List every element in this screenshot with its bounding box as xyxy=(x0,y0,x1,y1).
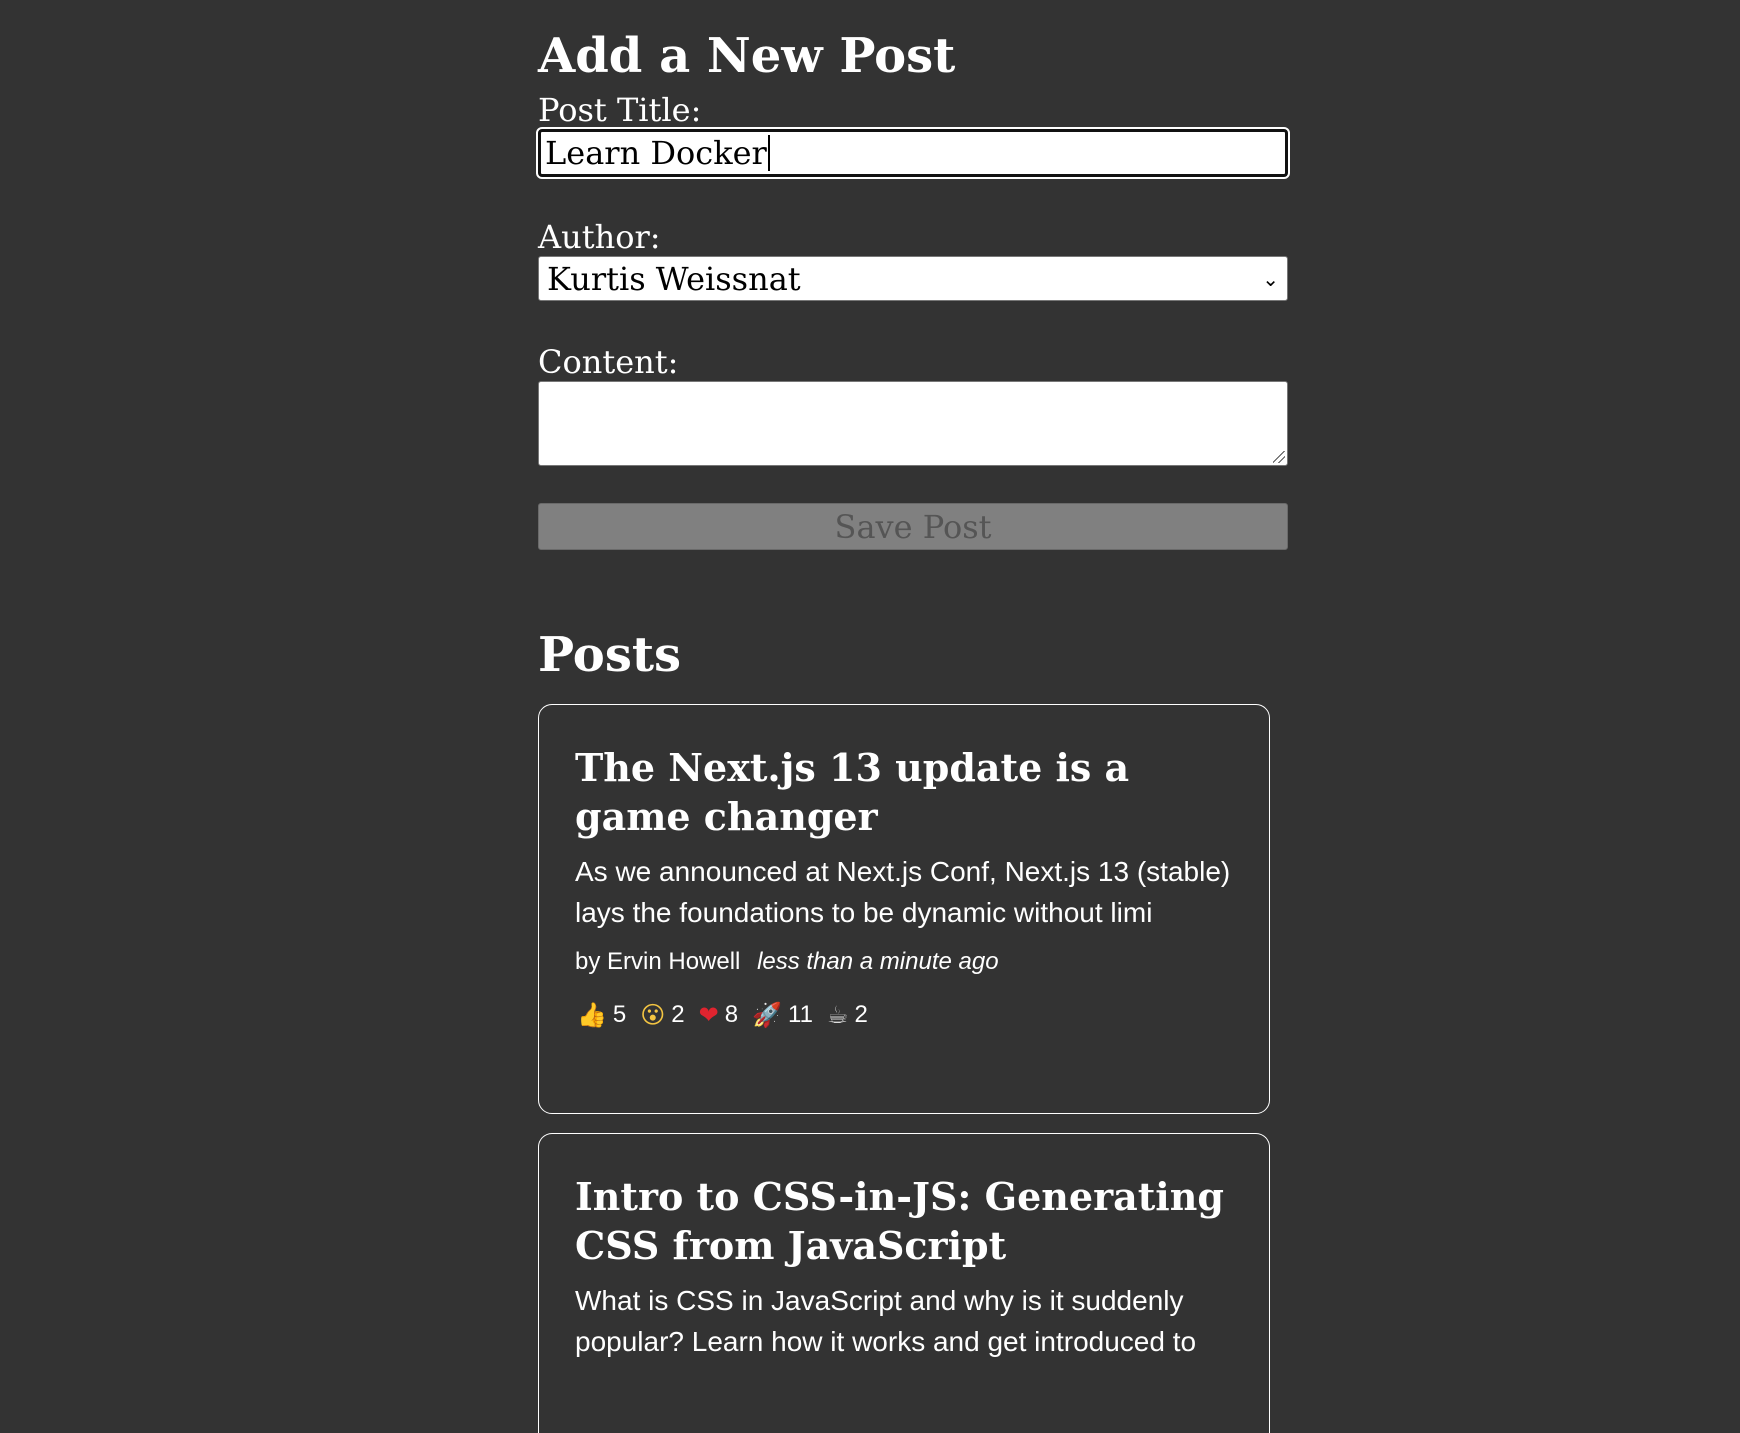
chevron-down-icon: ⌄ xyxy=(1262,266,1279,291)
reaction-thumbs-up-button[interactable]: 👍 5 xyxy=(575,1001,628,1029)
reaction-count: 11 xyxy=(788,1001,813,1028)
reaction-bar: 👍 5 😮 2 ❤ 8 🚀 11 ☕ 2 xyxy=(575,1001,1233,1029)
reaction-count: 8 xyxy=(724,1001,739,1028)
post-author: by Ervin Howell xyxy=(575,948,741,975)
post-meta: by Ervin Howell less than a minute ago xyxy=(575,947,1233,977)
post-title-input[interactable]: Learn Docker xyxy=(536,127,1290,179)
post-title: Intro to CSS-in-JS: Generating CSS from … xyxy=(575,1174,1224,1268)
reaction-coffee-button[interactable]: ☕ 2 xyxy=(825,1001,870,1029)
reaction-wow-button[interactable]: 😮 2 xyxy=(638,1001,686,1029)
resize-handle-icon[interactable] xyxy=(1273,451,1285,463)
save-post-button[interactable]: Save Post xyxy=(538,503,1288,550)
reaction-count: 2 xyxy=(854,1001,868,1028)
post-excerpt: What is CSS in JavaScript and why is it … xyxy=(575,1285,1197,1357)
reaction-count: 2 xyxy=(671,1001,685,1028)
reaction-heart-button[interactable]: ❤ 8 xyxy=(697,1001,740,1029)
text-caret xyxy=(767,135,770,171)
post-title-value: Learn Docker xyxy=(545,134,767,172)
wow-icon: 😮 xyxy=(640,1001,666,1029)
coffee-icon: ☕ xyxy=(826,1001,849,1029)
author-select[interactable]: Kurtis Weissnat ⌄ xyxy=(538,256,1288,301)
reaction-count: 5 xyxy=(612,1001,627,1028)
post-card: Intro to CSS-in-JS: Generating CSS from … xyxy=(538,1133,1270,1433)
posts-heading: Posts xyxy=(538,627,682,683)
reaction-rocket-button[interactable]: 🚀 11 xyxy=(750,1001,815,1029)
author-label: Author: xyxy=(538,218,661,256)
content-label: Content: xyxy=(538,343,679,381)
author-selected-value: Kurtis Weissnat xyxy=(547,259,801,298)
heart-icon: ❤ xyxy=(698,1001,719,1029)
rocket-icon: 🚀 xyxy=(752,1001,782,1029)
form-heading: Add a New Post xyxy=(538,28,956,84)
post-title: The Next.js 13 update is a game changer xyxy=(575,745,1130,839)
content-textarea[interactable] xyxy=(538,381,1288,466)
post-excerpt: As we announced at Next.js Conf, Next.js… xyxy=(575,856,1231,928)
thumbs-up-icon: 👍 xyxy=(577,1001,607,1029)
post-title-label: Post Title: xyxy=(538,91,702,129)
post-timestamp: less than a minute ago xyxy=(757,948,999,975)
post-card: The Next.js 13 update is a game changer … xyxy=(538,704,1270,1114)
